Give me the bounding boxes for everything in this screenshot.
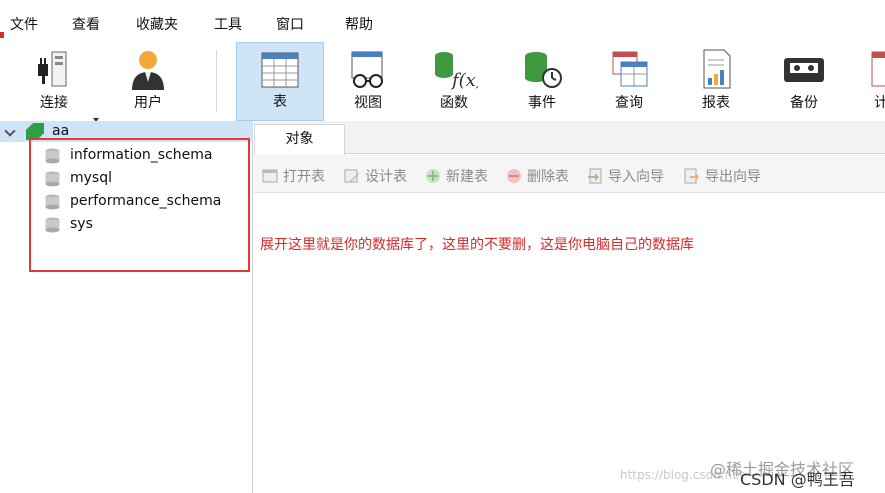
menu-help[interactable]: 帮助 [345, 14, 373, 34]
menu-bar: 文件 查看 收藏夹 工具 窗口 帮助 [0, 0, 885, 42]
clock-icon [525, 52, 562, 88]
function-label: 函数 [440, 95, 468, 111]
tab-objects[interactable]: 对象 [254, 124, 345, 155]
menu-tools[interactable]: 工具 [214, 14, 242, 34]
export-wizard-button[interactable]: 导出向导 [684, 166, 761, 186]
chevron-down-icon[interactable] [4, 125, 16, 137]
report-icon [703, 49, 731, 89]
connection-name: aa [52, 123, 70, 139]
cassette-icon [784, 58, 824, 82]
menu-view[interactable]: 查看 [72, 14, 100, 34]
view-button[interactable]: 视图 [326, 42, 410, 121]
svg-text:f(x): f(x) [450, 70, 478, 90]
annotation-text: 展开这里就是你的数据库了，这里的不要删，这是你电脑自己的数据库 [260, 237, 694, 253]
menu-file[interactable]: 文件 [10, 14, 38, 34]
schedule-label: 计 [874, 95, 885, 111]
open-table-button[interactable]: 打开表 [262, 166, 325, 186]
new-table-label: 新建表 [446, 169, 488, 185]
plus-icon [426, 169, 440, 183]
query-label: 查询 [615, 95, 643, 111]
design-table-button[interactable]: 设计表 [344, 166, 407, 186]
table-icon [261, 52, 299, 88]
import-wizard-button[interactable]: 导入向导 [587, 166, 664, 186]
connection-label: 连接 [40, 95, 68, 111]
object-toolbar: 打开表 设计表 新建表 删除表 导入向导 导出向导 [254, 155, 885, 193]
glasses-icon [351, 51, 383, 88]
event-button[interactable]: 事件 [500, 42, 584, 121]
delete-table-button[interactable]: 删除表 [506, 166, 569, 186]
delete-table-label: 删除表 [527, 169, 569, 185]
export-wizard-label: 导出向导 [705, 169, 761, 185]
user-icon [132, 51, 164, 90]
design-table-label: 设计表 [365, 169, 407, 185]
open-table-label: 打开表 [283, 169, 325, 185]
user-button[interactable]: 用户 [106, 42, 190, 121]
backup-label: 备份 [790, 95, 818, 111]
function-icon: f(x) [435, 52, 478, 90]
backup-button[interactable]: 备份 [762, 42, 846, 121]
open-table-icon [262, 169, 278, 183]
new-table-button[interactable]: 新建表 [425, 166, 488, 186]
plug-icon [38, 51, 67, 87]
view-label: 视图 [354, 95, 382, 111]
window-edge-mark [0, 32, 4, 38]
minus-icon [507, 169, 521, 183]
menu-favorites[interactable]: 收藏夹 [136, 14, 178, 34]
menu-window[interactable]: 窗口 [276, 14, 304, 34]
main-toolbar: 连接 用户 表 视图 f(x) 函数 [0, 42, 885, 122]
tab-strip: 对象 [254, 121, 885, 155]
table-button[interactable]: 表 [236, 42, 324, 121]
query-icon [612, 51, 648, 87]
watermark-csdn: CSDN @鸭王吾 [740, 470, 855, 489]
import-wizard-label: 导入向导 [608, 169, 664, 185]
highlight-box [29, 138, 250, 272]
pencil-icon [344, 169, 359, 183]
import-icon [588, 168, 602, 184]
toolbar-divider [216, 50, 217, 112]
query-button[interactable]: 查询 [587, 42, 671, 121]
table-label: 表 [273, 94, 287, 110]
connection-button[interactable]: 连接 [12, 42, 96, 121]
function-button[interactable]: f(x) 函数 [412, 42, 496, 121]
report-button[interactable]: 报表 [674, 42, 758, 121]
schedule-button[interactable]: 计 [846, 42, 885, 121]
export-icon [684, 168, 699, 184]
user-label: 用户 [134, 95, 162, 111]
report-label: 报表 [702, 95, 730, 111]
event-label: 事件 [528, 95, 556, 111]
calendar-icon [871, 51, 885, 87]
